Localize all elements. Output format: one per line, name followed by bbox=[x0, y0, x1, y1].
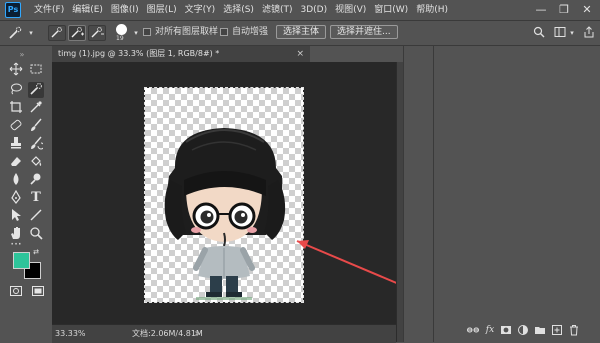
zoom-level[interactable]: 33.33% bbox=[55, 325, 86, 343]
foreground-color-swatch[interactable] bbox=[13, 252, 30, 269]
panel-dock-strip bbox=[403, 46, 434, 342]
status-arrow-icon[interactable]: > bbox=[194, 325, 201, 343]
status-bar: 33.33% 文档:2.06M/4.81M > bbox=[52, 324, 396, 343]
layers-panel bbox=[433, 46, 600, 342]
layer-style-fx-icon[interactable]: fx bbox=[484, 324, 496, 336]
new-group-icon[interactable] bbox=[534, 324, 546, 336]
new-layer-icon[interactable] bbox=[551, 324, 563, 336]
document-size: 文档:2.06M/4.81M bbox=[132, 329, 203, 338]
delete-layer-icon[interactable] bbox=[568, 324, 580, 336]
adjustment-layer-icon[interactable] bbox=[517, 324, 529, 336]
layer-mask-icon[interactable] bbox=[500, 324, 512, 336]
link-layers-icon[interactable] bbox=[467, 324, 479, 336]
